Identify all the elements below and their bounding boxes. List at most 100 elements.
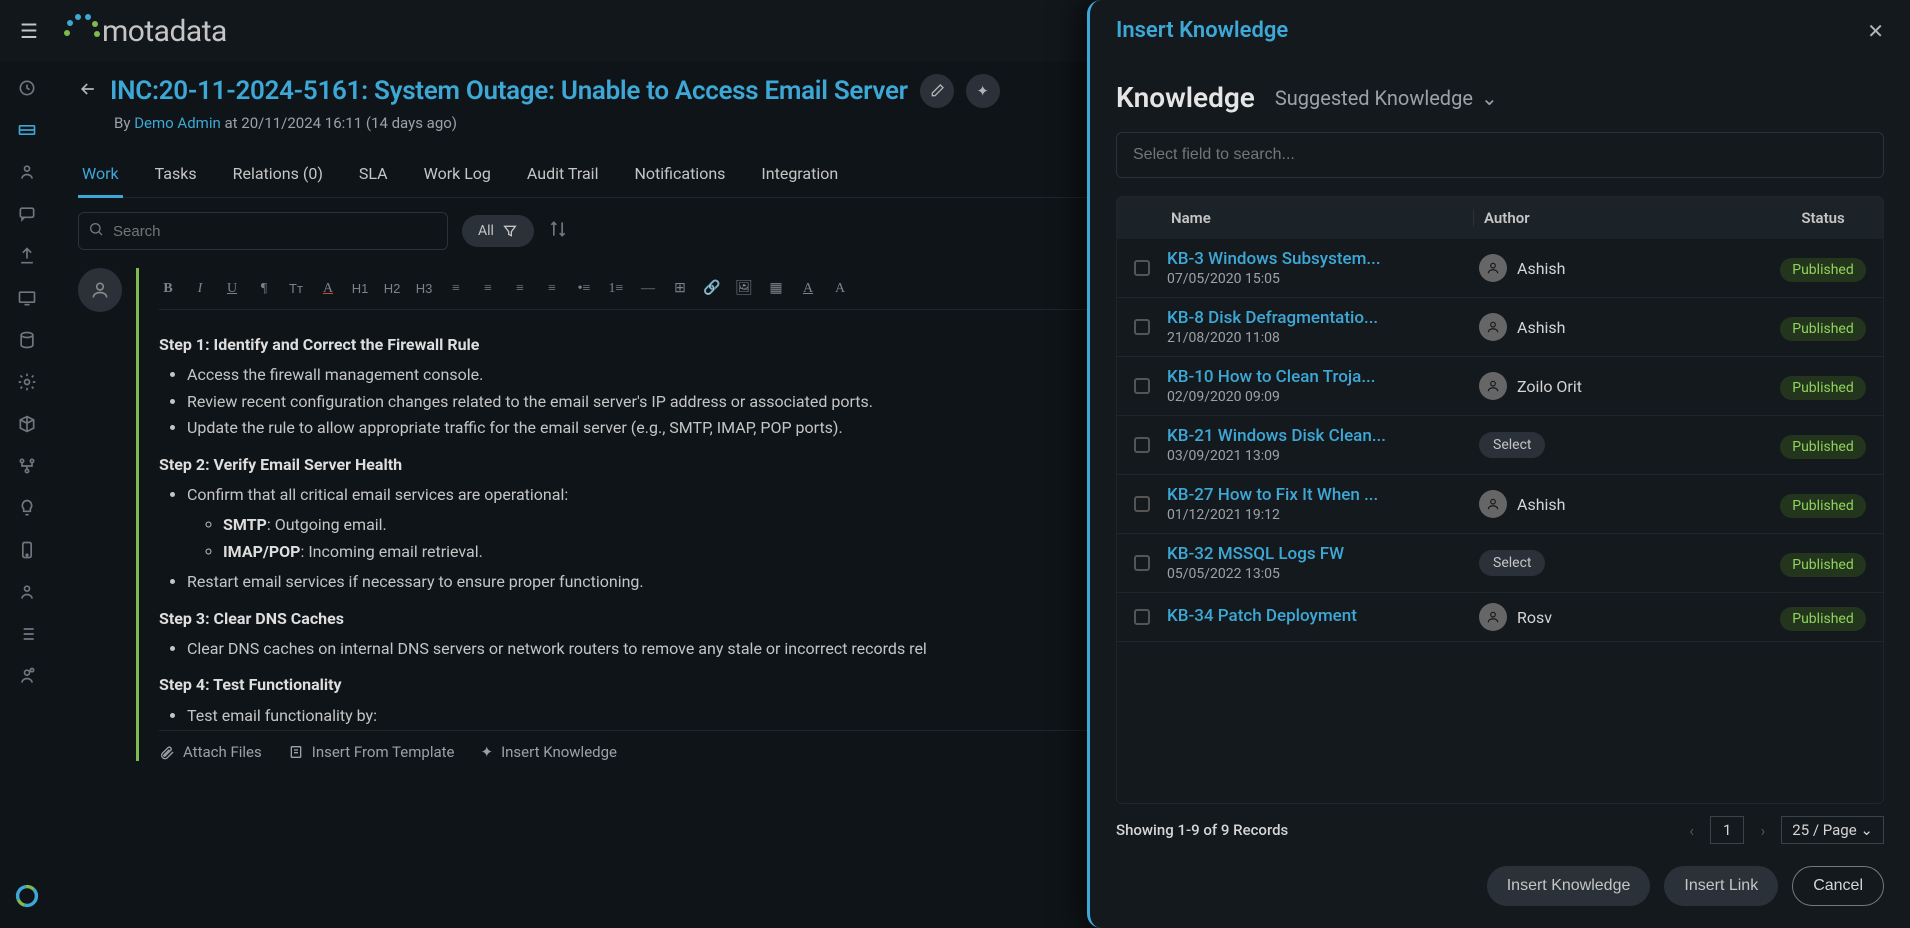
cube-icon[interactable] bbox=[15, 412, 39, 436]
row-checkbox[interactable] bbox=[1134, 496, 1150, 512]
tab-integration[interactable]: Integration bbox=[757, 154, 842, 197]
sort-icon[interactable] bbox=[548, 219, 568, 243]
support-icon[interactable] bbox=[15, 664, 39, 688]
kb-link[interactable]: KB-8 Disk Defragmentatio... bbox=[1167, 308, 1473, 328]
person-icon[interactable] bbox=[15, 580, 39, 604]
h1-icon[interactable]: H1 bbox=[351, 281, 369, 296]
tab-sla[interactable]: SLA bbox=[355, 154, 392, 197]
list-icon[interactable] bbox=[15, 622, 39, 646]
paragraph-icon[interactable]: ¶ bbox=[255, 281, 273, 297]
tab-notifications[interactable]: Notifications bbox=[630, 154, 729, 197]
kb-link[interactable]: KB-32 MSSQL Logs FW bbox=[1167, 544, 1473, 564]
brand-icon[interactable] bbox=[15, 884, 39, 908]
table-icon[interactable]: ⊞ bbox=[671, 280, 689, 297]
tab-relations[interactable]: Relations (0) bbox=[229, 154, 327, 197]
kb-date: 07/05/2020 15:05 bbox=[1167, 271, 1473, 287]
align-left-icon[interactable]: ≡ bbox=[447, 281, 465, 297]
close-icon[interactable]: ✕ bbox=[1867, 19, 1884, 43]
dashboard-icon[interactable] bbox=[15, 76, 39, 100]
align-right-icon[interactable]: ≡ bbox=[511, 281, 529, 297]
video-icon[interactable]: ▦ bbox=[767, 280, 785, 297]
mobile-icon[interactable] bbox=[15, 538, 39, 562]
row-checkbox[interactable] bbox=[1134, 319, 1150, 335]
ticket-title[interactable]: INC:20-11-2024-5161: System Outage: Unab… bbox=[110, 76, 908, 106]
ai-button[interactable]: ✦ bbox=[966, 74, 1000, 108]
insert-link-button[interactable]: Insert Link bbox=[1664, 866, 1778, 906]
image-icon[interactable]: 🖼 bbox=[735, 280, 753, 297]
chat-icon[interactable] bbox=[15, 202, 39, 226]
table-row: KB-3 Windows Subsystem... 07/05/2020 15:… bbox=[1117, 239, 1883, 298]
author-link[interactable]: Demo Admin bbox=[134, 114, 221, 132]
upload-icon[interactable] bbox=[15, 244, 39, 268]
fontcolor-icon[interactable]: A bbox=[319, 281, 337, 297]
kb-link[interactable]: KB-27 How to Fix It When ... bbox=[1167, 485, 1473, 505]
tab-worklog[interactable]: Work Log bbox=[420, 154, 495, 197]
avatar bbox=[1479, 372, 1507, 400]
back-arrow-icon[interactable] bbox=[78, 79, 98, 103]
status-badge: Published bbox=[1780, 258, 1865, 282]
logo[interactable]: motadata bbox=[58, 9, 227, 53]
kb-link[interactable]: KB-10 How to Clean Troja... bbox=[1167, 367, 1473, 387]
page-size-select[interactable]: 25 / Page ⌄ bbox=[1781, 816, 1884, 844]
select-author-pill[interactable]: Select bbox=[1479, 432, 1545, 458]
cancel-button[interactable]: Cancel bbox=[1792, 866, 1884, 906]
align-center-icon[interactable]: ≡ bbox=[479, 281, 497, 297]
h2-icon[interactable]: H2 bbox=[383, 281, 401, 296]
insert-template-button[interactable]: Insert From Template bbox=[288, 743, 455, 761]
filter-all-chip[interactable]: All bbox=[462, 215, 534, 247]
row-checkbox[interactable] bbox=[1134, 555, 1150, 571]
h3-icon[interactable]: H3 bbox=[415, 281, 433, 296]
bold-icon[interactable]: B bbox=[159, 281, 177, 297]
edit-button[interactable] bbox=[920, 74, 954, 108]
insert-knowledge-button[interactable]: ✦ Insert Knowledge bbox=[480, 743, 617, 761]
text-background-icon[interactable]: A bbox=[831, 281, 849, 297]
knowledge-tab[interactable]: Knowledge bbox=[1116, 81, 1255, 114]
search-input[interactable] bbox=[78, 212, 448, 250]
avatar bbox=[1479, 603, 1507, 631]
kb-link[interactable]: KB-3 Windows Subsystem... bbox=[1167, 249, 1473, 269]
user-avatar bbox=[78, 268, 122, 312]
hr-icon[interactable]: — bbox=[639, 281, 657, 297]
author-name: Rosv bbox=[1517, 608, 1552, 627]
flow-icon[interactable] bbox=[15, 454, 39, 478]
tab-tasks[interactable]: Tasks bbox=[151, 154, 201, 197]
idea-icon[interactable] bbox=[15, 496, 39, 520]
table-row: KB-27 How to Fix It When ... 01/12/2021 … bbox=[1117, 475, 1883, 534]
page-number[interactable]: 1 bbox=[1710, 816, 1744, 844]
attach-files-button[interactable]: Attach Files bbox=[159, 743, 262, 761]
filter-icon bbox=[502, 223, 518, 239]
align-justify-icon[interactable]: ≡ bbox=[543, 281, 561, 297]
row-checkbox[interactable] bbox=[1134, 260, 1150, 276]
select-author-pill[interactable]: Select bbox=[1479, 550, 1545, 576]
kb-date: 21/08/2020 11:08 bbox=[1167, 330, 1473, 346]
prev-page-icon[interactable]: ‹ bbox=[1683, 819, 1700, 842]
table-row: KB-21 Windows Disk Clean... 03/09/2021 1… bbox=[1117, 416, 1883, 475]
row-checkbox[interactable] bbox=[1134, 437, 1150, 453]
next-page-icon[interactable]: › bbox=[1754, 819, 1771, 842]
row-checkbox[interactable] bbox=[1134, 378, 1150, 394]
gear-icon[interactable] bbox=[15, 370, 39, 394]
number-list-icon[interactable]: 1≡ bbox=[607, 281, 625, 297]
table-row: KB-8 Disk Defragmentatio... 21/08/2020 1… bbox=[1117, 298, 1883, 357]
insert-knowledge-submit-button[interactable]: Insert Knowledge bbox=[1487, 866, 1651, 906]
knowledge-search-input[interactable] bbox=[1116, 132, 1884, 178]
textsize-icon[interactable]: Tᴛ bbox=[287, 281, 305, 296]
underline-icon[interactable]: U bbox=[223, 281, 241, 297]
tickets-icon[interactable] bbox=[15, 118, 39, 142]
bullet-list-icon[interactable]: •≡ bbox=[575, 281, 593, 297]
kb-link[interactable]: KB-34 Patch Deployment bbox=[1167, 606, 1473, 626]
database-icon[interactable] bbox=[15, 328, 39, 352]
italic-icon[interactable]: I bbox=[191, 281, 209, 297]
avatar bbox=[1479, 490, 1507, 518]
row-checkbox[interactable] bbox=[1134, 609, 1150, 625]
hamburger-menu[interactable]: ☰ bbox=[14, 13, 44, 49]
clear-format-icon[interactable]: A bbox=[799, 281, 817, 297]
suggested-knowledge-tab[interactable]: Suggested Knowledge ⌄ bbox=[1275, 86, 1498, 110]
link-icon[interactable]: 🔗 bbox=[703, 280, 721, 297]
users-icon[interactable] bbox=[15, 160, 39, 184]
tab-audit[interactable]: Audit Trail bbox=[523, 154, 603, 197]
side-rail bbox=[0, 62, 54, 928]
tab-work[interactable]: Work bbox=[78, 154, 123, 198]
kb-link[interactable]: KB-21 Windows Disk Clean... bbox=[1167, 426, 1473, 446]
monitor-icon[interactable] bbox=[15, 286, 39, 310]
